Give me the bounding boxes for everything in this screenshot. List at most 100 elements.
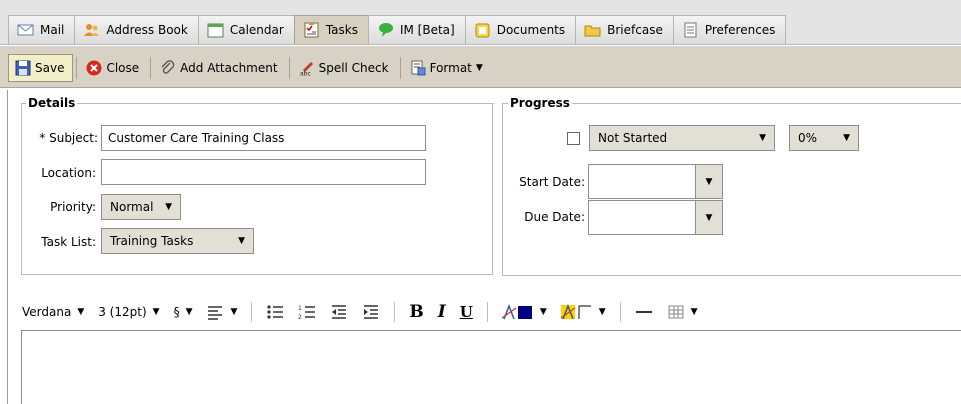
tab-label: Calendar xyxy=(229,23,284,37)
chevron-down-icon: ▼ xyxy=(77,307,85,317)
tab-tasks[interactable]: Tasks xyxy=(293,15,369,44)
italic-icon: I xyxy=(437,302,446,322)
numbered-list-icon: 12 xyxy=(298,305,316,320)
format-icon xyxy=(411,60,426,76)
documents-icon xyxy=(475,23,490,38)
tab-preferences[interactable]: Preferences xyxy=(672,15,787,44)
toolbar-divider xyxy=(399,57,401,79)
outdent-button[interactable] xyxy=(330,304,348,320)
due-date-input[interactable] xyxy=(588,200,696,235)
chevron-down-icon: ▼ xyxy=(152,307,160,317)
app-tab-bar: Mail Address Book Calendar Tasks IM [Bet… xyxy=(0,0,961,45)
tab-address-book[interactable]: Address Book xyxy=(74,15,199,44)
progress-legend: Progress xyxy=(508,96,572,110)
indent-icon xyxy=(364,305,379,319)
italic-button[interactable]: I xyxy=(438,302,446,322)
close-icon xyxy=(86,60,102,76)
numbered-list-button[interactable]: 12 xyxy=(298,304,316,320)
location-input[interactable] xyxy=(101,159,426,185)
bullet-list-icon xyxy=(267,305,284,319)
chevron-down-icon: ▼ xyxy=(843,133,850,143)
chevron-down-icon: ▼ xyxy=(705,176,713,187)
details-legend: Details xyxy=(26,96,78,110)
horizontal-rule-icon xyxy=(635,311,652,313)
rich-text-toolbar: Verdana ▼ 3 (12pt) ▼ § ▼ ▼ 12 B I U ▼ ▼ xyxy=(22,298,712,326)
add-attachment-button[interactable]: Add Attachment xyxy=(154,54,285,82)
start-date-label: Start Date: xyxy=(519,175,585,189)
complete-checkbox[interactable] xyxy=(567,132,580,145)
text-color-icon xyxy=(501,304,532,320)
chevron-down-icon: ▼ xyxy=(230,307,238,317)
toolbar-divider xyxy=(394,302,396,322)
save-button[interactable]: Save xyxy=(8,54,74,82)
toolbar-divider xyxy=(76,57,78,79)
toolbar-divider xyxy=(150,57,152,79)
tab-label: Preferences xyxy=(704,23,776,37)
font-family-select[interactable]: Verdana ▼ xyxy=(22,305,84,319)
start-date-picker-button[interactable]: ▼ xyxy=(695,164,723,199)
task-toolbar: Save Close Add Attachment abc Spell Chec… xyxy=(0,46,961,88)
task-list-select[interactable]: Training Tasks ▼ xyxy=(101,228,254,254)
tab-mail[interactable]: Mail xyxy=(8,15,76,44)
tab-list: Mail Address Book Calendar Tasks IM [Bet… xyxy=(8,15,787,44)
toolbar-divider xyxy=(486,302,488,322)
bold-button[interactable]: B xyxy=(409,302,423,322)
indent-button[interactable] xyxy=(362,304,380,320)
font-size-select[interactable]: 3 (12pt) ▼ xyxy=(98,305,159,319)
spell-check-button[interactable]: abc Spell Check xyxy=(293,54,397,82)
tab-label: Mail xyxy=(40,23,65,37)
contacts-icon xyxy=(84,24,100,36)
toolbar-divider xyxy=(251,302,253,322)
subject-label: * Subject: xyxy=(39,131,98,145)
chevron-down-icon: ▼ xyxy=(165,202,172,212)
tab-calendar[interactable]: Calendar xyxy=(197,15,295,44)
tab-im-beta[interactable]: IM [Beta] xyxy=(367,15,466,44)
paragraph-style-select[interactable]: § ▼ xyxy=(174,305,193,319)
task-list-label: Task List: xyxy=(41,235,96,249)
start-date-input[interactable] xyxy=(588,164,696,199)
outdent-icon xyxy=(332,305,347,319)
tab-briefcase[interactable]: Briefcase xyxy=(575,15,674,44)
spell-check-icon: abc xyxy=(300,62,313,77)
text-color-picker[interactable]: ▼ xyxy=(501,304,547,320)
tab-label: Briefcase xyxy=(607,23,663,37)
tab-label: Tasks xyxy=(325,23,358,37)
format-menu-button[interactable]: Format ▼ xyxy=(404,54,491,82)
horizontal-rule-button[interactable] xyxy=(635,304,653,320)
chevron-down-icon: ▼ xyxy=(598,307,606,317)
floppy-disk-icon xyxy=(15,60,31,76)
chevron-down-icon: ▼ xyxy=(705,212,713,223)
toolbar-divider xyxy=(288,57,290,79)
alignment-select[interactable]: ▼ xyxy=(206,304,237,320)
tab-label: Documents xyxy=(496,23,566,37)
preferences-icon xyxy=(684,22,697,38)
tab-documents[interactable]: Documents xyxy=(464,15,577,44)
percent-complete-select[interactable]: 0% ▼ xyxy=(789,125,859,151)
calendar-icon xyxy=(207,23,224,38)
priority-select[interactable]: Normal ▼ xyxy=(101,194,181,220)
location-label: Location: xyxy=(41,166,96,180)
priority-label: Priority: xyxy=(50,200,96,214)
underline-button[interactable]: U xyxy=(460,303,473,321)
subject-input[interactable] xyxy=(101,125,426,151)
chevron-down-icon: ▼ xyxy=(475,63,483,73)
insert-table-menu[interactable]: ▼ xyxy=(667,304,698,320)
align-left-icon xyxy=(208,306,223,320)
highlight-color-icon xyxy=(560,304,591,320)
svg-text:abc: abc xyxy=(300,71,311,77)
highlight-color-picker[interactable]: ▼ xyxy=(560,304,606,320)
chat-bubble-icon xyxy=(378,23,393,37)
notes-editor-area[interactable] xyxy=(21,330,961,404)
close-button[interactable]: Close xyxy=(80,54,147,82)
tab-label: Address Book xyxy=(106,23,188,37)
bullet-list-button[interactable] xyxy=(266,304,284,320)
due-date-picker-button[interactable]: ▼ xyxy=(695,200,723,235)
bold-icon: B xyxy=(409,302,424,322)
status-select[interactable]: Not Started ▼ xyxy=(589,125,775,151)
chevron-down-icon: ▼ xyxy=(238,236,245,246)
tasks-icon xyxy=(304,22,319,38)
chevron-down-icon: ▼ xyxy=(539,307,547,317)
panel-left-border xyxy=(7,90,8,404)
chevron-down-icon: ▼ xyxy=(185,307,193,317)
svg-text:2: 2 xyxy=(298,314,302,320)
